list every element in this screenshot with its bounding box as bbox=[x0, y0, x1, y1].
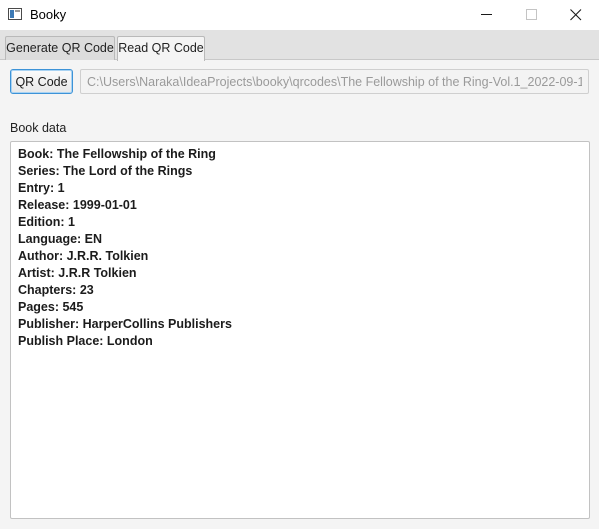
close-icon bbox=[570, 9, 582, 21]
qr-code-button[interactable]: QR Code bbox=[10, 69, 73, 94]
qr-file-path-field[interactable] bbox=[80, 69, 589, 94]
minimize-icon bbox=[481, 14, 492, 15]
book-data-line: Chapters: 23 bbox=[18, 283, 94, 297]
title-bar: Booky bbox=[0, 0, 599, 30]
tab-read-qr-code[interactable]: Read QR Code bbox=[117, 36, 205, 61]
book-data-line: Series: The Lord of the Rings bbox=[18, 164, 193, 178]
book-data-line: Author: J.R.R. Tolkien bbox=[18, 249, 149, 263]
book-data-line: Publish Place: London bbox=[18, 334, 153, 348]
maximize-button[interactable] bbox=[509, 0, 555, 30]
minimize-button[interactable] bbox=[464, 0, 510, 30]
book-data-line: Language: EN bbox=[18, 232, 103, 246]
book-data-line: Entry: 1 bbox=[18, 181, 65, 195]
window-title: Booky bbox=[30, 7, 67, 22]
book-data-line: Publisher: HarperCollins Publishers bbox=[18, 317, 232, 331]
book-data-line: Pages: 545 bbox=[18, 300, 84, 314]
book-data-label: Book data bbox=[10, 121, 67, 135]
book-data-line: Artist: J.R.R Tolkien bbox=[18, 266, 137, 280]
book-data-line: Book: The Fellowship of the Ring bbox=[18, 147, 216, 161]
book-data-line: Release: 1999-01-01 bbox=[18, 198, 137, 212]
tab-generate-qr-code[interactable]: Generate QR Code bbox=[5, 36, 115, 60]
book-data-line: Edition: 1 bbox=[18, 215, 75, 229]
app-icon bbox=[8, 8, 22, 20]
tab-strip: Generate QR Code Read QR Code bbox=[0, 30, 599, 61]
close-button[interactable] bbox=[553, 0, 599, 30]
book-data-textarea[interactable]: Book: The Fellowship of the Ring Series:… bbox=[10, 141, 590, 519]
maximize-icon bbox=[526, 9, 537, 20]
